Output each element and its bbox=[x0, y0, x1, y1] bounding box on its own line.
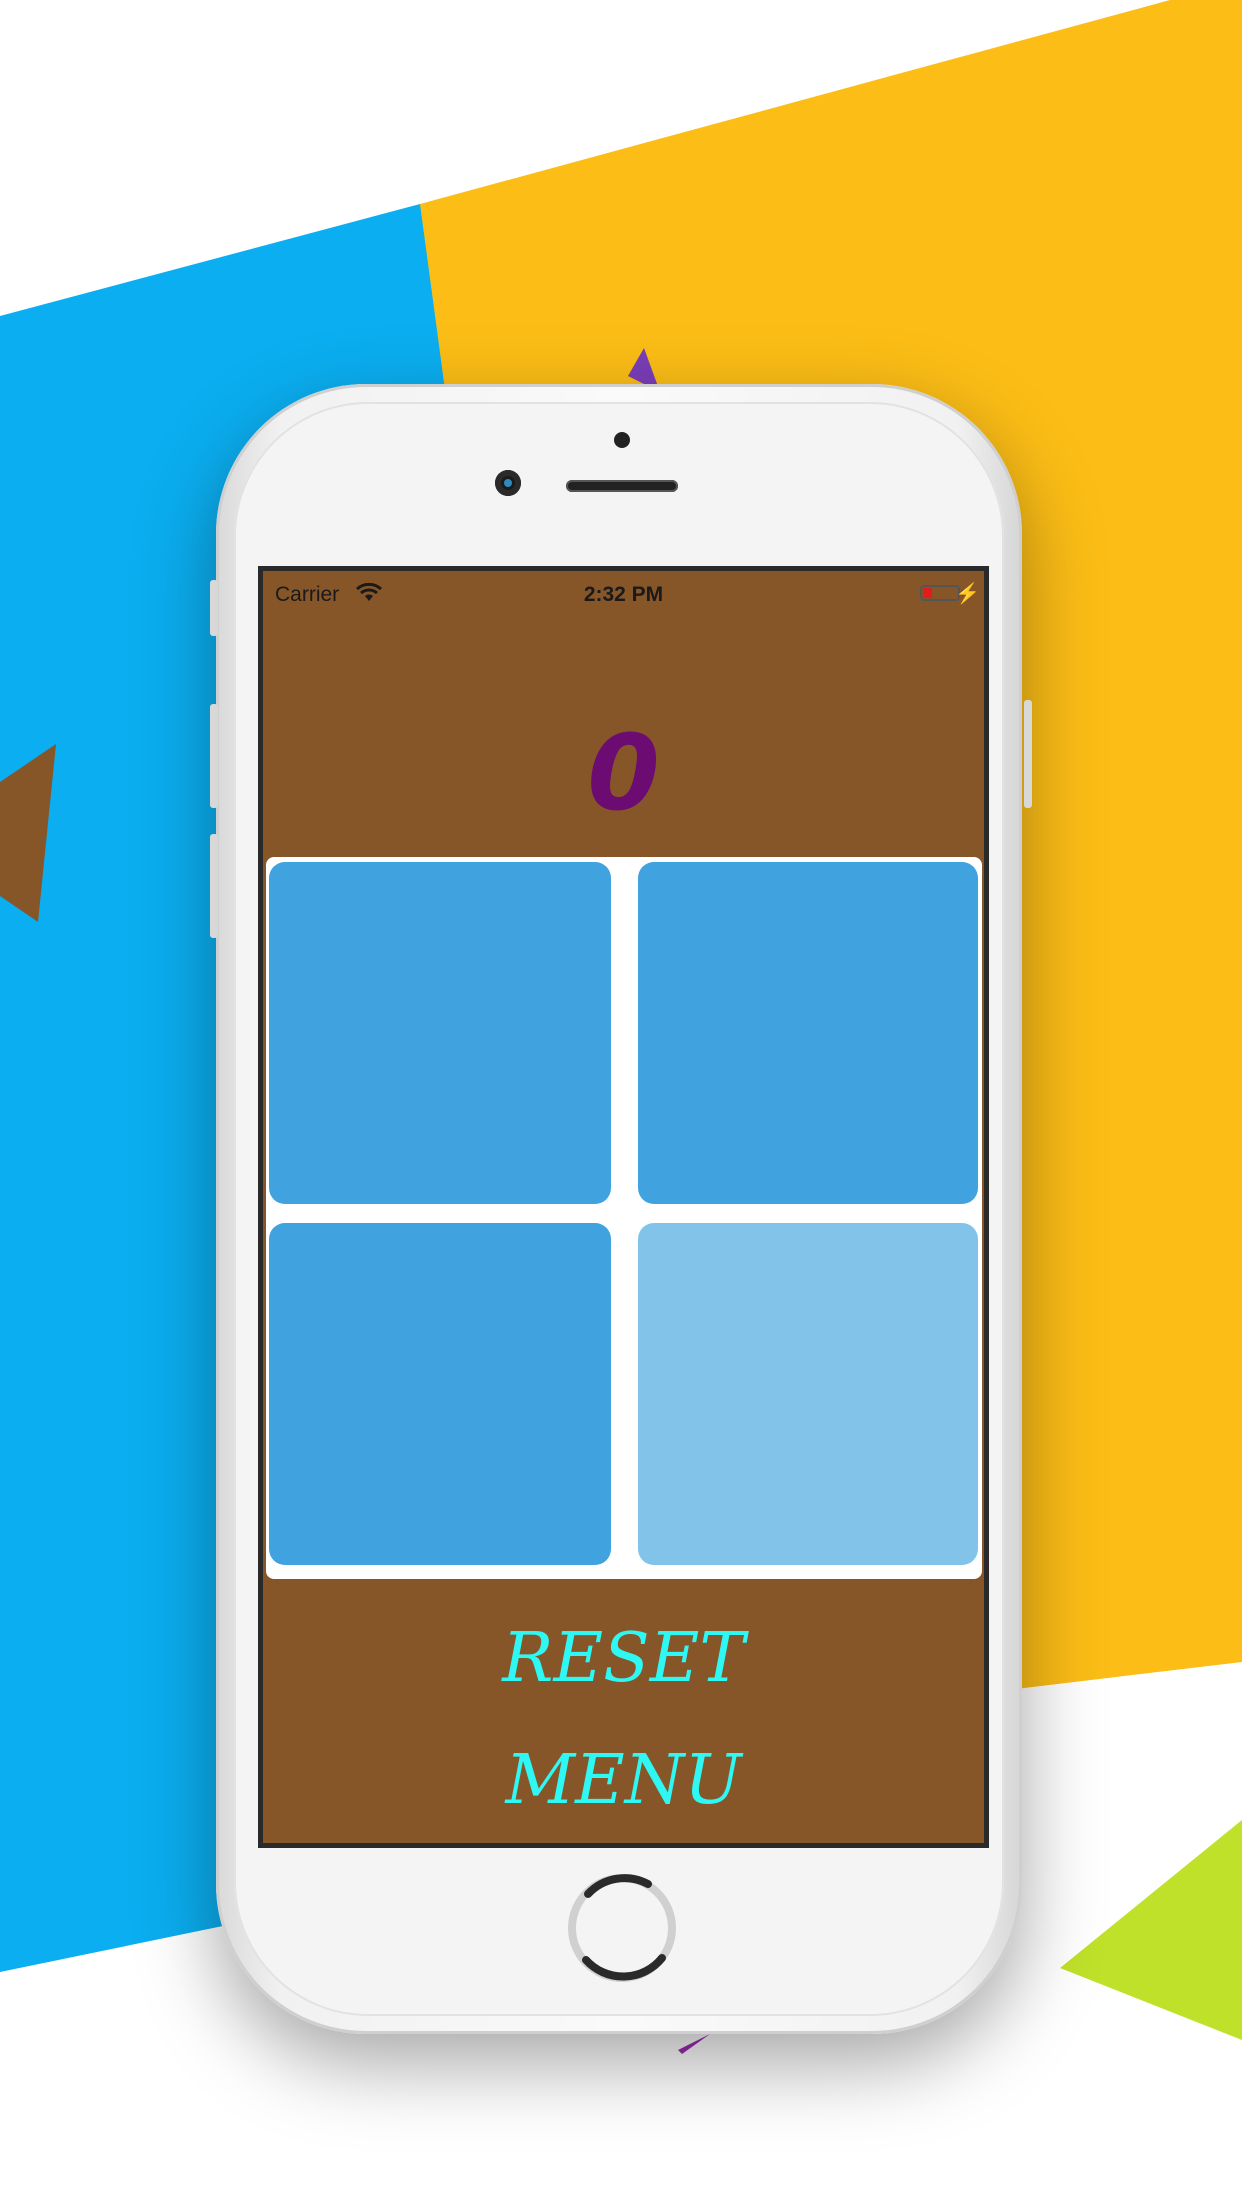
volume-down-button bbox=[210, 834, 218, 938]
home-button-ring-icon bbox=[568, 1874, 676, 1982]
front-camera bbox=[495, 470, 521, 496]
home-button[interactable] bbox=[566, 1872, 678, 1984]
battery-icon bbox=[920, 585, 964, 601]
volume-up-button bbox=[210, 704, 218, 808]
charging-bolt-icon: ⚡ bbox=[955, 583, 980, 605]
earpiece-speaker bbox=[566, 480, 678, 492]
tile-grid bbox=[266, 857, 982, 1579]
proximity-sensor bbox=[614, 432, 630, 448]
score-display: 0 bbox=[587, 712, 660, 834]
status-bar: Carrier 2:32 PM ⚡ bbox=[263, 571, 984, 615]
power-button bbox=[1024, 700, 1032, 808]
status-time: 2:32 PM bbox=[583, 583, 664, 606]
bg-purple-triangle-bottom bbox=[678, 2034, 710, 2054]
tile-bottom-left[interactable] bbox=[269, 1223, 611, 1565]
tile-bottom-right[interactable] bbox=[638, 1223, 978, 1565]
tile-top-right[interactable] bbox=[638, 862, 978, 1204]
reset-button[interactable]: RESET bbox=[263, 1625, 984, 1693]
bg-green-triangle bbox=[1060, 1820, 1242, 2040]
tile-top-left[interactable] bbox=[269, 862, 611, 1204]
menu-button[interactable]: MENU bbox=[263, 1747, 984, 1815]
app-screen: Carrier 2:32 PM ⚡ 0 RESET MENU bbox=[258, 566, 989, 1848]
mute-switch bbox=[210, 580, 218, 636]
